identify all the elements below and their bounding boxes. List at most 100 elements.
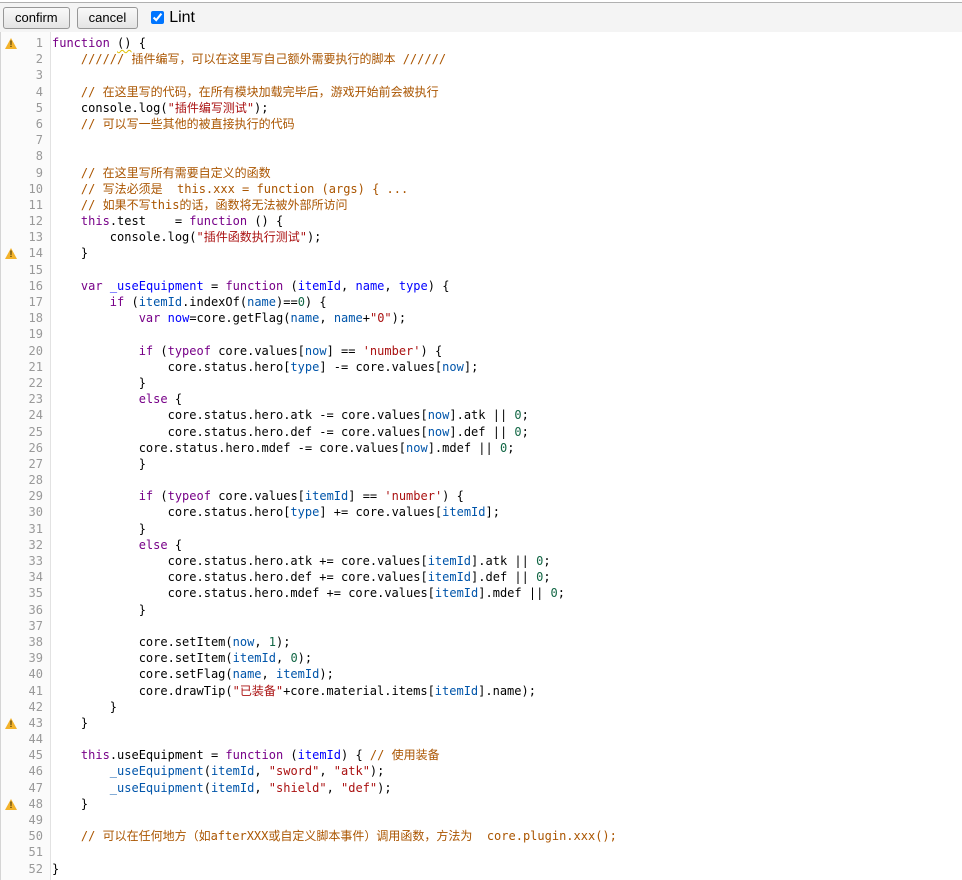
- lint-checkbox[interactable]: [151, 11, 164, 24]
- code-line[interactable]: 33 core.status.hero.atk += core.values[i…: [1, 553, 962, 569]
- code-line[interactable]: 8: [1, 148, 962, 164]
- code-text: core.setFlag(name, itemId);: [47, 666, 334, 682]
- line-number: 19: [22, 326, 47, 342]
- gutter-marker-empty: [1, 699, 22, 715]
- line-number: 40: [22, 666, 47, 682]
- line-number: 11: [22, 197, 47, 213]
- line-number: 32: [22, 537, 47, 553]
- lint-warning-icon: !: [1, 245, 22, 261]
- gutter-marker-empty: [1, 585, 22, 601]
- line-number: 4: [22, 84, 47, 100]
- code-line[interactable]: 6 // 可以写一些其他的被直接执行的代码: [1, 116, 962, 132]
- code-line[interactable]: 37: [1, 618, 962, 634]
- code-line[interactable]: 23 else {: [1, 391, 962, 407]
- code-text: }: [47, 699, 117, 715]
- code-line[interactable]: 51: [1, 844, 962, 860]
- code-line[interactable]: 35 core.status.hero.mdef += core.values[…: [1, 585, 962, 601]
- code-line[interactable]: 24 core.status.hero.atk -= core.values[n…: [1, 407, 962, 423]
- code-line[interactable]: 52}: [1, 861, 962, 877]
- code-line[interactable]: 28: [1, 472, 962, 488]
- code-line[interactable]: 45 this.useEquipment = function (itemId)…: [1, 747, 962, 763]
- code-line[interactable]: 40 core.setFlag(name, itemId);: [1, 666, 962, 682]
- lint-warning-icon: !: [1, 715, 22, 731]
- code-line[interactable]: !14 }: [1, 245, 962, 261]
- gutter-marker-empty: [1, 148, 22, 164]
- gutter-marker-empty: [1, 666, 22, 682]
- code-line[interactable]: 9 // 在这里写所有需要自定义的函数: [1, 165, 962, 181]
- code-line[interactable]: 44: [1, 731, 962, 747]
- code-text: core.status.hero.mdef -= core.values[now…: [47, 440, 514, 456]
- gutter-marker-empty: [1, 634, 22, 650]
- gutter-marker-empty: [1, 569, 22, 585]
- gutter-marker-empty: [1, 262, 22, 278]
- code-line[interactable]: 34 core.status.hero.def += core.values[i…: [1, 569, 962, 585]
- lint-warning-icon: !: [1, 35, 22, 51]
- code-line[interactable]: 29 if (typeof core.values[itemId] == 'nu…: [1, 488, 962, 504]
- code-line[interactable]: 47 _useEquipment(itemId, "shield", "def"…: [1, 780, 962, 796]
- code-line[interactable]: 30 core.status.hero[type] += core.values…: [1, 504, 962, 520]
- code-text: this.test = function () {: [47, 213, 283, 229]
- cancel-button[interactable]: cancel: [77, 7, 139, 29]
- code-line[interactable]: 4 // 在这里写的代码，在所有模块加载完毕后，游戏开始前会被执行: [1, 84, 962, 100]
- code-line[interactable]: 25 core.status.hero.def -= core.values[n…: [1, 424, 962, 440]
- code-line[interactable]: 26 core.status.hero.mdef -= core.values[…: [1, 440, 962, 456]
- code-text: }: [47, 245, 88, 261]
- line-number: 48: [22, 796, 47, 812]
- code-line[interactable]: 22 }: [1, 375, 962, 391]
- code-text: // 可以写一些其他的被直接执行的代码: [47, 116, 295, 132]
- code-editor[interactable]: !1function () {2 ////// 插件编写，可以在这里写自己额外需…: [0, 32, 962, 880]
- gutter-marker-empty: [1, 683, 22, 699]
- code-text: core.status.hero.atk += core.values[item…: [47, 553, 551, 569]
- gutter-marker-empty: [1, 294, 22, 310]
- code-line[interactable]: !43 }: [1, 715, 962, 731]
- code-line[interactable]: 32 else {: [1, 537, 962, 553]
- code-line[interactable]: 42 }: [1, 699, 962, 715]
- code-line[interactable]: 36 }: [1, 602, 962, 618]
- code-line[interactable]: 18 var now=core.getFlag(name, name+"0");: [1, 310, 962, 326]
- code-line[interactable]: 16 var _useEquipment = function (itemId,…: [1, 278, 962, 294]
- code-line[interactable]: 50 // 可以在任何地方（如afterXXX或自定义脚本事件）调用函数，方法为…: [1, 828, 962, 844]
- code-line[interactable]: 49: [1, 812, 962, 828]
- code-line[interactable]: 38 core.setItem(now, 1);: [1, 634, 962, 650]
- gutter-marker-empty: [1, 488, 22, 504]
- code-text: }: [47, 602, 146, 618]
- code-line[interactable]: !48 }: [1, 796, 962, 812]
- code-line[interactable]: 15: [1, 262, 962, 278]
- code-text: if (typeof core.values[now] == 'number')…: [47, 343, 442, 359]
- gutter-marker-empty: [1, 310, 22, 326]
- line-number: 34: [22, 569, 47, 585]
- confirm-button[interactable]: confirm: [3, 7, 70, 29]
- gutter-marker-empty: [1, 407, 22, 423]
- code-text: // 可以在任何地方（如afterXXX或自定义脚本事件）调用函数，方法为 co…: [47, 828, 617, 844]
- code-line[interactable]: 5 console.log("插件编写测试");: [1, 100, 962, 116]
- code-line[interactable]: 12 this.test = function () {: [1, 213, 962, 229]
- code-line[interactable]: 3: [1, 67, 962, 83]
- gutter-marker-empty: [1, 780, 22, 796]
- code-line[interactable]: 21 core.status.hero[type] -= core.values…: [1, 359, 962, 375]
- code-text: else {: [47, 537, 182, 553]
- code-line[interactable]: 39 core.setItem(itemId, 0);: [1, 650, 962, 666]
- code-line[interactable]: 11 // 如果不写this的话，函数将无法被外部所访问: [1, 197, 962, 213]
- line-number: 37: [22, 618, 47, 634]
- line-number: 42: [22, 699, 47, 715]
- code-line[interactable]: 7: [1, 132, 962, 148]
- code-line[interactable]: 20 if (typeof core.values[now] == 'numbe…: [1, 343, 962, 359]
- line-number: 15: [22, 262, 47, 278]
- line-number: 10: [22, 181, 47, 197]
- code-line[interactable]: 2 ////// 插件编写，可以在这里写自己额外需要执行的脚本 //////: [1, 51, 962, 67]
- gutter-marker-empty: [1, 537, 22, 553]
- line-number: 25: [22, 424, 47, 440]
- line-number: 36: [22, 602, 47, 618]
- code-text: [47, 472, 52, 488]
- gutter-marker-empty: [1, 747, 22, 763]
- code-line[interactable]: 46 _useEquipment(itemId, "sword", "atk")…: [1, 763, 962, 779]
- code-line[interactable]: 13 console.log("插件函数执行测试");: [1, 229, 962, 245]
- code-line[interactable]: 31 }: [1, 521, 962, 537]
- code-line[interactable]: !1function () {: [1, 35, 962, 51]
- toolbar: confirm cancel Lint: [0, 2, 962, 32]
- code-line[interactable]: 10 // 写法必须是 this.xxx = function (args) {…: [1, 181, 962, 197]
- code-line[interactable]: 41 core.drawTip("已装备"+core.material.item…: [1, 683, 962, 699]
- code-line[interactable]: 27 }: [1, 456, 962, 472]
- code-line[interactable]: 17 if (itemId.indexOf(name)==0) {: [1, 294, 962, 310]
- code-line[interactable]: 19: [1, 326, 962, 342]
